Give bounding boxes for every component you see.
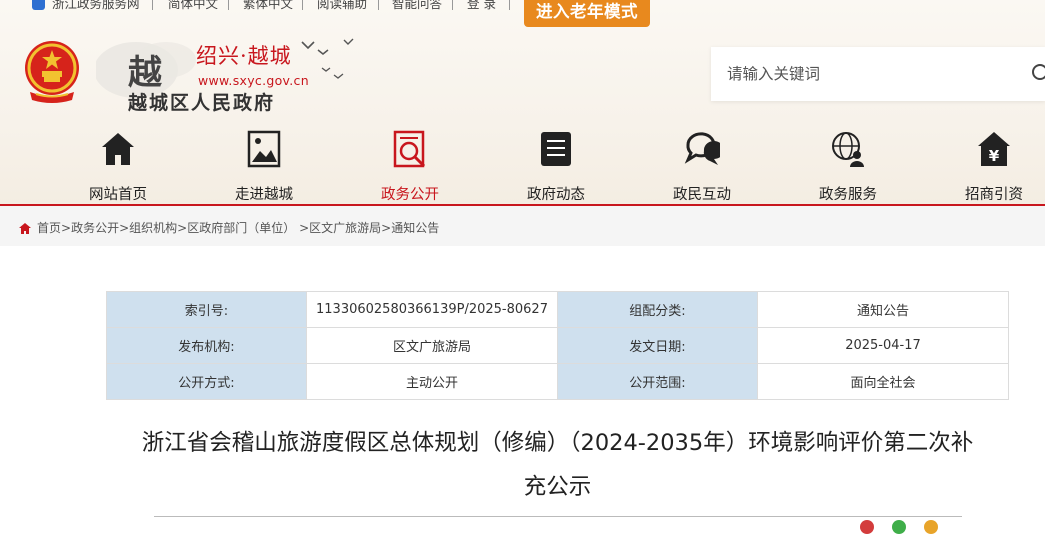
breadcrumb-item[interactable]: 组织机构 [129, 221, 177, 235]
globe-user-icon [832, 132, 864, 167]
wechat-share-icon[interactable] [892, 520, 906, 534]
table-row: 公开方式: 主动公开 公开范围: 面向全社会 [106, 363, 1009, 400]
picture-icon [247, 130, 281, 168]
nav-item-interaction[interactable]: 政民互动 [642, 129, 762, 205]
breadcrumb-item[interactable]: 首页 [37, 221, 61, 235]
nav-label: 政民互动 [673, 187, 731, 203]
index-no-value: 11330602580366139P/2025-80627 [306, 291, 558, 328]
scope-label: 公开范围: [557, 363, 758, 400]
divider [452, 0, 453, 10]
category-label: 组配分类: [557, 291, 758, 328]
divider [378, 0, 379, 10]
elder-mode-button[interactable]: 进入老年模式 [524, 0, 650, 27]
weibo-share-icon[interactable] [860, 520, 874, 534]
logo-title: 绍兴·越城 [196, 44, 292, 68]
simplified-chinese-link[interactable]: 简体中文 [168, 0, 218, 13]
home-icon [102, 133, 134, 165]
logo-government-name: 越城区人民政府 [128, 92, 276, 114]
qzone-share-icon[interactable] [924, 520, 938, 534]
search-icon[interactable] [1031, 63, 1045, 85]
yuan-house-icon: ¥ [978, 132, 1010, 166]
scope-value: 面向全社会 [757, 363, 1009, 400]
national-emblem-icon[interactable] [22, 38, 82, 104]
nav-item-about[interactable]: 走进越城 [204, 129, 324, 205]
nav-label: 政务服务 [819, 187, 877, 203]
zjzwfw-link[interactable]: 浙江政务服务网 [52, 0, 140, 13]
date-label: 发文日期: [557, 327, 758, 364]
nav-item-services[interactable]: 政务服务 [788, 129, 908, 205]
method-value: 主动公开 [306, 363, 558, 400]
nav-item-gov-affairs[interactable]: 政务公开 [350, 129, 470, 205]
article-title: 浙江省会稽山旅游度假区总体规划（修编）（2024-2035年）环境影响评价第二次… [141, 430, 974, 500]
nav-label: 招商引资 [965, 187, 1023, 203]
login-link[interactable]: 登 录 [467, 0, 496, 13]
breadcrumb: 首页>政务公开>组织机构>区政府部门（单位） >区文广旅游局>通知公告 [0, 206, 1045, 246]
nav-label: 走进越城 [235, 187, 293, 203]
home-small-icon [19, 223, 31, 234]
svg-text:¥: ¥ [989, 147, 1000, 165]
chat-bubbles-icon [684, 132, 720, 165]
search-box [711, 47, 1045, 101]
nav-item-home[interactable]: 网站首页 [58, 129, 178, 205]
date-value: 2025-04-17 [757, 327, 1009, 364]
title-divider [154, 516, 962, 517]
document-info-table: 索引号: 11330602580366139P/2025-80627 组配分类:… [106, 291, 1009, 400]
breadcrumb-item[interactable]: 政务公开 [71, 221, 119, 235]
reading-assist-link[interactable]: 阅读辅助 [317, 0, 367, 13]
table-row: 发布机构: 区文广旅游局 发文日期: 2025-04-17 [106, 327, 1009, 364]
logo-url: www.sxyc.gov.cn [198, 73, 309, 88]
breadcrumb-trail: 首页>政务公开>组织机构>区政府部门（单位） >区文广旅游局>通知公告 [37, 221, 440, 235]
publisher-label: 发布机构: [106, 327, 307, 364]
divider [152, 0, 153, 10]
divider [509, 0, 510, 10]
document-search-icon [393, 130, 426, 168]
breadcrumb-item[interactable]: 区文广旅游局 [309, 221, 381, 235]
news-list-icon [541, 132, 571, 166]
table-row: 索引号: 11330602580366139P/2025-80627 组配分类:… [106, 291, 1009, 328]
top-utility-bar: 浙江政务服务网 简体中文 繁体中文 阅读辅助 智能问答 登 录 进入老年模式 [0, 0, 1045, 27]
category-value: 通知公告 [757, 291, 1009, 328]
breadcrumb-item[interactable]: 区政府部门（单位） [187, 221, 295, 235]
nav-label: 政府动态 [527, 187, 585, 203]
nav-label: 政务公开 [381, 187, 439, 203]
nav-item-investment[interactable]: ¥ 招商引资 [934, 129, 1045, 205]
search-input[interactable] [727, 61, 1007, 87]
breadcrumb-item[interactable]: 通知公告 [391, 221, 439, 235]
publisher-value: 区文广旅游局 [306, 327, 558, 364]
nav-label: 网站首页 [89, 187, 147, 203]
smart-qa-link[interactable]: 智能问答 [392, 0, 442, 13]
divider [228, 0, 229, 10]
divider [302, 0, 303, 10]
method-label: 公开方式: [106, 363, 307, 400]
logo-calligraphy: 越 [128, 53, 162, 93]
zjzwfw-logo-icon [32, 0, 45, 10]
traditional-chinese-link[interactable]: 繁体中文 [243, 0, 293, 13]
index-no-label: 索引号: [106, 291, 307, 328]
nav-item-gov-news[interactable]: 政府动态 [496, 129, 616, 205]
